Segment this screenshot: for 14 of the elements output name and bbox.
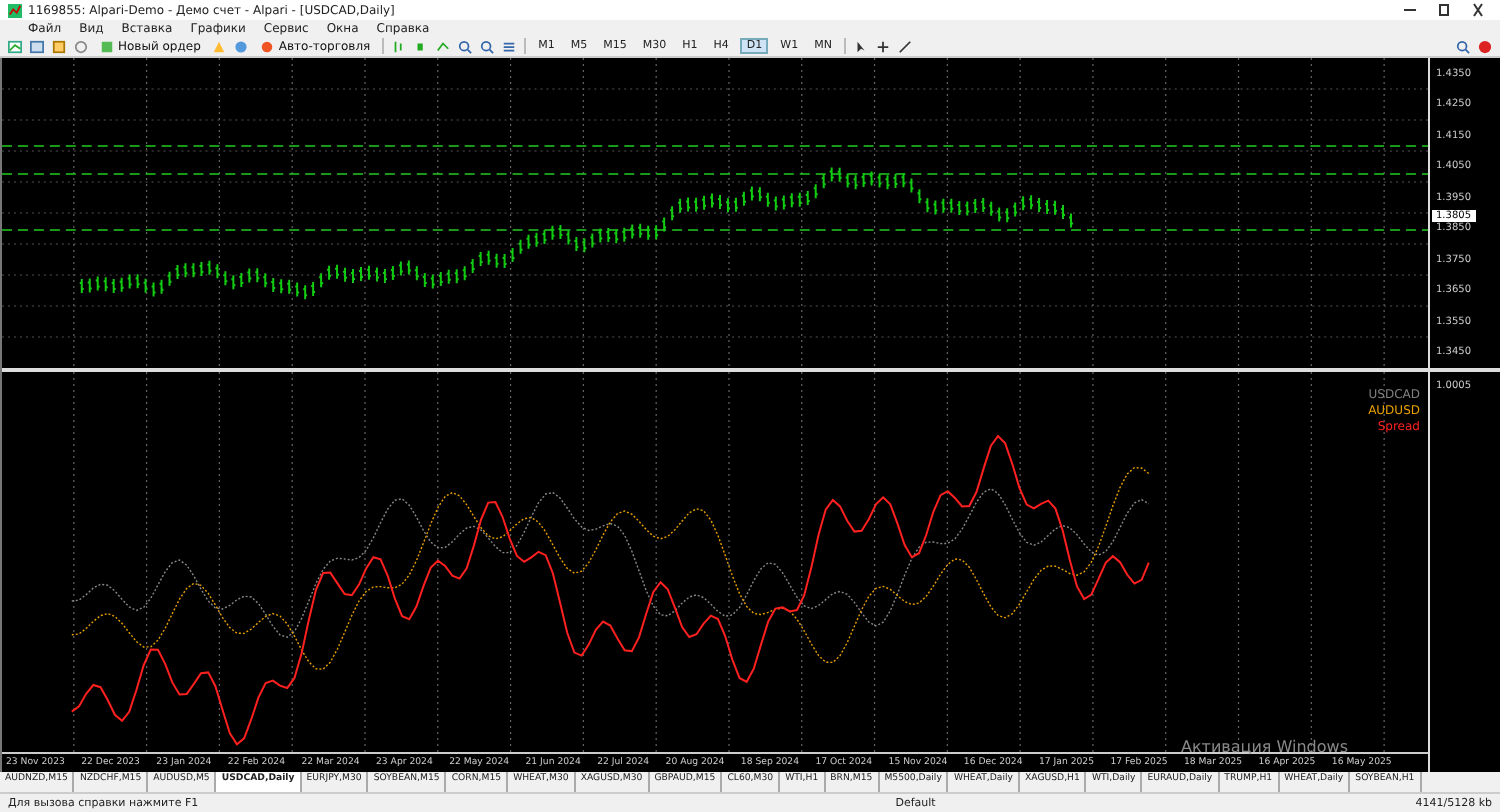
candlestick-icon[interactable] xyxy=(414,39,429,53)
crosshair-icon[interactable] xyxy=(875,39,890,53)
search-icon[interactable] xyxy=(1456,39,1470,53)
new-chart-icon[interactable] xyxy=(8,39,22,53)
zoom-out-icon[interactable] xyxy=(480,39,495,53)
zoom-in-icon[interactable] xyxy=(458,39,473,53)
trendline-icon[interactable] xyxy=(897,39,912,53)
line-chart-icon[interactable] xyxy=(436,39,451,53)
os-notice: Активация Windows xyxy=(1181,738,1348,756)
bar-chart-icon[interactable] xyxy=(392,39,407,53)
tile-windows-icon[interactable] xyxy=(502,39,517,53)
app-icon xyxy=(8,3,22,17)
dot-icon xyxy=(260,39,275,53)
cursor-icon[interactable] xyxy=(853,39,868,53)
